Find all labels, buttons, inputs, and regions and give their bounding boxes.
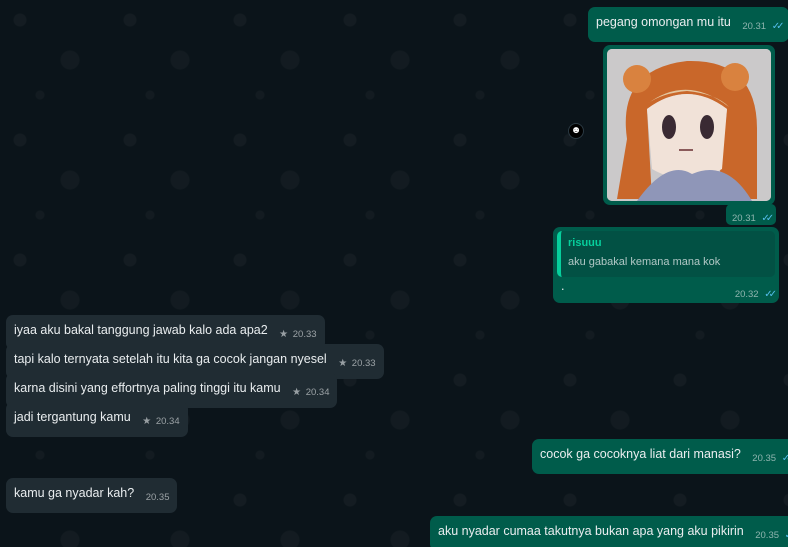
message-outgoing[interactable]: pegang omongan mu itu 20.31 ✓✓ xyxy=(588,7,788,42)
star-icon: ★ xyxy=(338,358,348,369)
reply-message[interactable]: risuuu aku gabakal kemana mana kok . 20.… xyxy=(553,227,779,303)
message-text: karna disini yang effortnya paling tingg… xyxy=(14,381,281,395)
message-time: 20.35 xyxy=(755,530,780,541)
read-ticks-icon: ✓✓ xyxy=(764,289,777,300)
message-incoming[interactable]: jadi tergantung kamu ★ 20.34 xyxy=(6,402,188,437)
star-icon: ★ xyxy=(279,329,289,340)
image-meta: 20.31 ✓✓ xyxy=(726,204,777,225)
message-meta: 20.32 ✓✓ xyxy=(734,289,777,300)
message-time: 20.34 xyxy=(155,416,180,427)
message-text: tapi kalo ternyata setelah itu kita ga c… xyxy=(14,352,327,366)
message-text: iyaa aku bakal tanggung jawab kalo ada a… xyxy=(14,323,268,337)
read-ticks-icon: ✓✓ xyxy=(781,453,788,464)
read-ticks-icon: ✓✓ xyxy=(761,213,774,224)
message-time: 20.35 xyxy=(145,492,170,503)
read-ticks-icon: ✓✓ xyxy=(785,530,788,541)
message-meta: 20.35 xyxy=(146,490,170,506)
message-meta: 20.35 ✓✓ xyxy=(755,528,788,544)
message-meta: ★ 20.34 xyxy=(292,385,329,401)
message-meta: ★ 20.34 xyxy=(142,414,179,430)
message-text: jadi tergantung kamu xyxy=(14,410,131,424)
read-ticks-icon: ✓✓ xyxy=(771,21,785,32)
message-outgoing[interactable]: aku nyadar cumaa takutnya bukan apa yang… xyxy=(430,516,788,547)
message-incoming[interactable]: kamu ga nyadar kah? 20.35 xyxy=(6,478,178,513)
message-time: 20.35 xyxy=(752,453,777,464)
star-icon: ★ xyxy=(292,387,302,398)
message-text: cocok ga cocoknya liat dari manasi? xyxy=(540,447,741,461)
message-meta: 20.31 ✓✓ xyxy=(742,19,785,35)
chat-area[interactable]: pegang omongan mu itu 20.31 ✓✓ ☻ 20.31 ✓… xyxy=(0,0,788,547)
message-time: 20.32 xyxy=(734,289,759,300)
emoji-react-icon[interactable]: ☻ xyxy=(568,123,584,139)
message-time: 20.33 xyxy=(351,358,376,369)
message-meta: 20.35 ✓✓ xyxy=(752,451,788,467)
quoted-text: aku gabakal kemana mana kok xyxy=(568,256,721,268)
message-text: aku nyadar cumaa takutnya bukan apa yang… xyxy=(438,524,744,538)
image-message[interactable] xyxy=(603,45,775,205)
message-text: kamu ga nyadar kah? xyxy=(14,486,135,500)
star-icon: ★ xyxy=(142,416,152,427)
character-illustration xyxy=(607,49,771,201)
message-time: 20.31 xyxy=(732,213,756,224)
sticker-image[interactable] xyxy=(607,49,771,201)
message-meta: ★ 20.33 xyxy=(338,356,375,372)
message-meta: ★ 20.33 xyxy=(279,327,316,343)
quoted-message[interactable]: risuuu aku gabakal kemana mana kok xyxy=(557,231,775,277)
message-text: . xyxy=(561,279,565,293)
message-text: pegang omongan mu itu xyxy=(596,15,731,29)
quoted-author: risuuu xyxy=(568,237,602,249)
message-time: 20.34 xyxy=(305,387,330,398)
message-time: 20.33 xyxy=(292,329,317,340)
message-outgoing[interactable]: cocok ga cocoknya liat dari manasi? 20.3… xyxy=(532,439,788,474)
message-time: 20.31 xyxy=(742,21,767,32)
